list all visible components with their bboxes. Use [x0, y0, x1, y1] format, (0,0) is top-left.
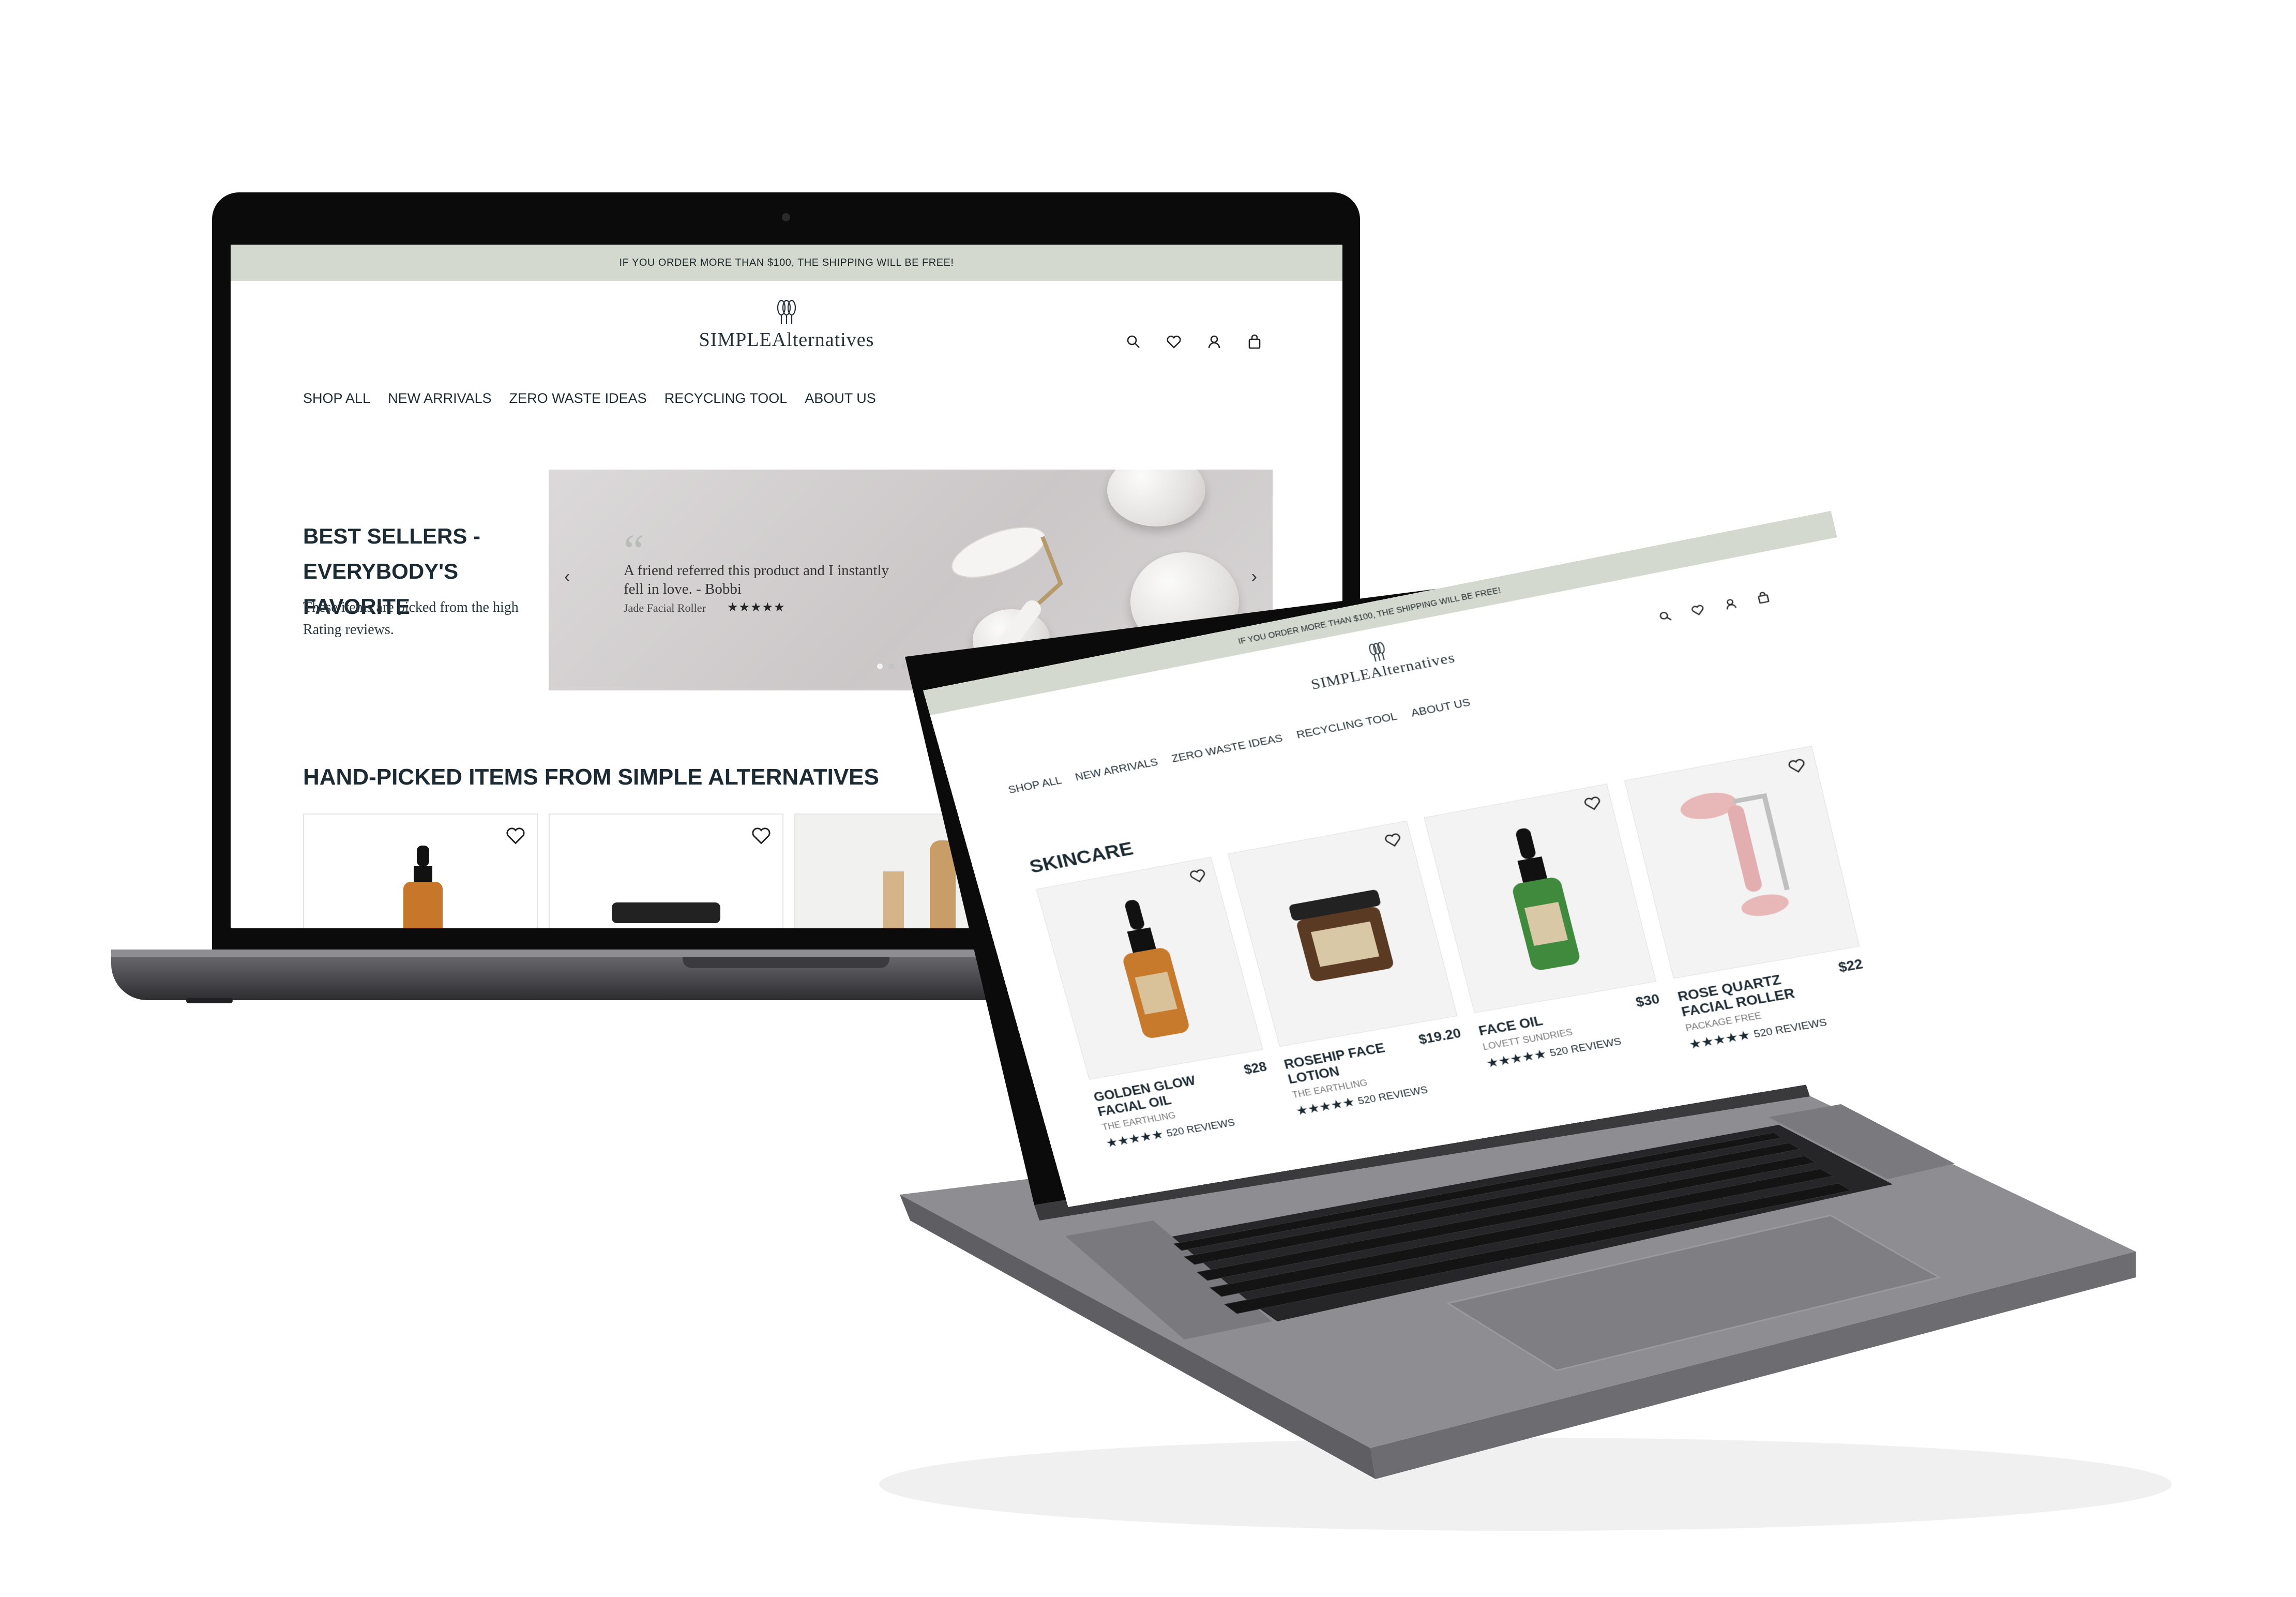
product-image[interactable] — [1624, 746, 1860, 978]
rating-stars: ★★★★★ — [1105, 1128, 1165, 1150]
product-card[interactable]: $30 FACE OIL LOVETT SUNDRIES ★★★★★ 520 R… — [1424, 784, 1669, 1071]
product-price: $19.20 — [1417, 1026, 1462, 1048]
nav-zero-waste-ideas[interactable]: ZERO WASTE IDEAS — [1170, 732, 1284, 765]
rating-stars: ★★★★★ — [1486, 1048, 1548, 1069]
nav-new-arrivals[interactable]: NEW ARRIVALS — [1074, 756, 1160, 784]
rose-quartz-roller-image — [1666, 770, 1818, 955]
search-icon[interactable] — [1657, 609, 1673, 624]
product-card[interactable]: $22 ROSE QUARTZ FACIAL ROLLER PACKAGE FR… — [1624, 746, 1876, 1051]
green-dropper-bottle-image — [1492, 823, 1588, 975]
heart-icon[interactable] — [1689, 602, 1706, 617]
logo-word-simple: SIMPLE — [1309, 666, 1372, 693]
amber-dropper-bottle-image — [1102, 895, 1198, 1043]
skincare-title: SKINCARE — [1027, 838, 1136, 878]
product-image[interactable] — [1036, 857, 1263, 1080]
lotion-jar-image — [1286, 888, 1401, 986]
rating-stars: ★★★★★ — [1295, 1096, 1357, 1117]
rating-stars: ★★★★★ — [1688, 1029, 1752, 1051]
wishlist-heart-icon[interactable] — [1581, 793, 1604, 813]
nav-about-us[interactable]: ABOUT US — [1410, 697, 1472, 720]
bag-icon[interactable] — [1755, 590, 1772, 605]
nav-shop-all[interactable]: SHOP ALL — [1007, 775, 1063, 796]
product-price: $28 — [1242, 1059, 1268, 1077]
wishlist-heart-icon[interactable] — [1187, 866, 1209, 885]
user-icon[interactable] — [1722, 596, 1739, 611]
wishlist-heart-icon[interactable] — [1382, 831, 1404, 850]
product-image[interactable] — [1228, 821, 1458, 1047]
product-price: $30 — [1634, 991, 1661, 1010]
product-image[interactable] — [1424, 784, 1656, 1013]
nav-recycling-tool[interactable]: RECYCLING TOOL — [1295, 711, 1399, 742]
wishlist-heart-icon[interactable] — [1786, 756, 1808, 776]
product-price: $22 — [1837, 957, 1864, 976]
